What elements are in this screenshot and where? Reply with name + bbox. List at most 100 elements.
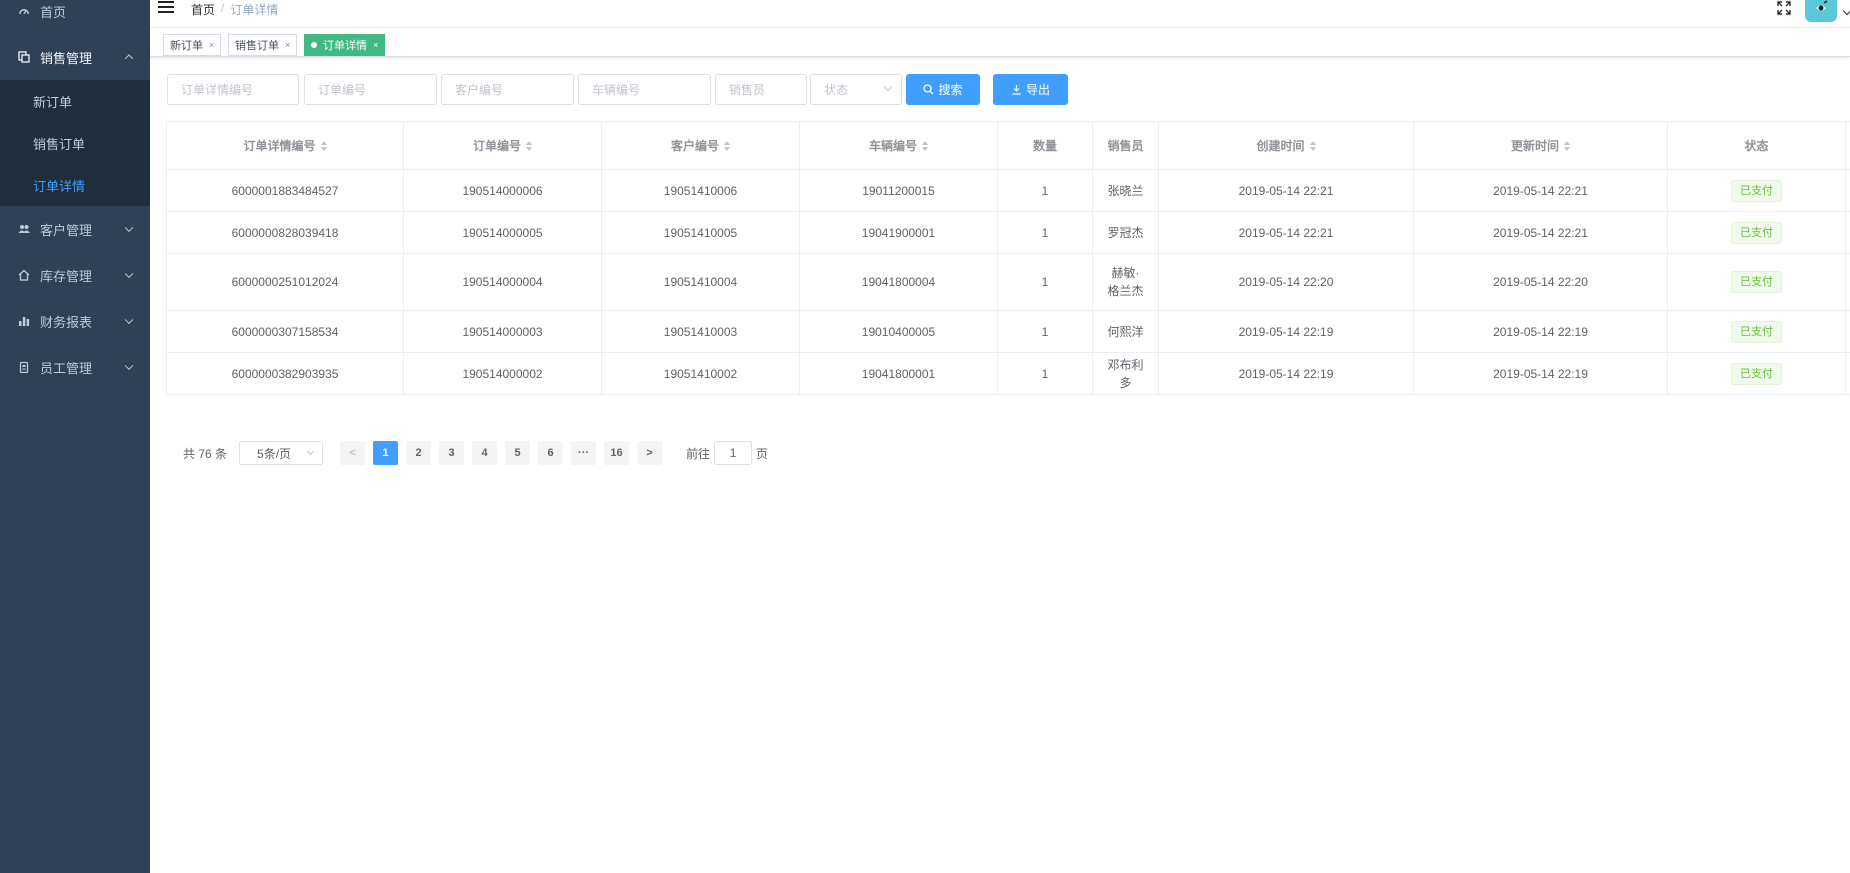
column-header[interactable]: 订单编号 [404, 122, 602, 169]
sidebar-subitem-sales-order[interactable]: 销售订单 [0, 122, 150, 164]
cell-text: 19051410004 [663, 275, 738, 289]
sort-icon[interactable] [724, 140, 730, 151]
page-button[interactable]: 5 [505, 441, 531, 465]
sort-icon[interactable] [320, 140, 327, 151]
page-button[interactable]: 3 [439, 441, 465, 465]
breadcrumb-home[interactable]: 首页 [191, 1, 215, 18]
column-header[interactable]: 车辆编号 [800, 122, 998, 169]
created-time-cell: 2019-05-14 22:21 [1159, 170, 1414, 211]
status-select[interactable]: 状态 [810, 74, 902, 105]
cell-text: 6000000307158534 [231, 324, 339, 339]
status-cell: 已支付 [1668, 212, 1846, 253]
page-button[interactable]: 6 [538, 441, 564, 465]
header-label: 车辆编号 [868, 138, 917, 153]
page-size-select[interactable]: 5条/页 [239, 441, 324, 465]
documents-icon [18, 51, 30, 63]
search-button[interactable]: 搜索 [906, 74, 980, 105]
tag-label: 订单详情 [323, 40, 367, 52]
export-button[interactable]: 导出 [993, 74, 1068, 105]
sidebar-item-label: 客户管理 [40, 222, 93, 238]
tag-order-detail[interactable]: 订单详情 × [304, 34, 386, 56]
sort-icon[interactable] [922, 140, 928, 151]
dashboard-icon [18, 5, 30, 17]
placeholder: 车辆编号 [592, 83, 641, 97]
customer-id-input[interactable]: 客户编号 [441, 74, 574, 105]
cell-text: 19051410003 [663, 324, 738, 339]
detail-id-input[interactable]: 订单详情编号 [167, 74, 299, 105]
cell-text: 6000000251012024 [231, 275, 339, 289]
close-icon[interactable]: × [209, 40, 214, 50]
button-label: 导出 [1025, 83, 1050, 97]
caret-down-icon[interactable] [1842, 6, 1850, 16]
order-id-cell: 190514000002 [404, 353, 602, 394]
cell-text: 罗冠杰 [1107, 225, 1144, 240]
tag-sales-order[interactable]: 销售订单 × [228, 34, 298, 56]
header-label: 客户编号 [670, 138, 719, 153]
subitem-label: 销售订单 [33, 136, 86, 152]
jump-page-input[interactable]: 1 [714, 441, 753, 465]
table-row: 6000000251012024 190514000004 19051410004 1… [167, 254, 1850, 311]
cell-text: 邓布利多 [1107, 357, 1144, 390]
created-time-cell: 2019-05-14 22:19 [1159, 311, 1414, 352]
chevron-up-icon [124, 54, 134, 63]
placeholder: 客户编号 [455, 83, 504, 97]
page-button[interactable]: 16 [604, 441, 630, 465]
column-header[interactable]: 更新时间 [1414, 122, 1668, 169]
sidebar-item-sales[interactable]: 销售管理 [0, 34, 150, 80]
updated-time-cell: 2019-05-14 22:19 [1414, 353, 1668, 394]
placeholder: 订单编号 [318, 83, 367, 97]
close-icon[interactable]: × [285, 40, 290, 50]
sidebar-subitem-order-detail[interactable]: 订单详情 [0, 164, 150, 206]
sidebar-subitem-new-order[interactable]: 新订单 [0, 80, 150, 122]
order-id-input[interactable]: 订单编号 [304, 74, 437, 105]
cell-text: 19041800004 [861, 275, 936, 289]
vehicle-id-input[interactable]: 车辆编号 [578, 74, 711, 105]
prev-page-button[interactable]: < [340, 441, 366, 465]
created-time-cell: 2019-05-14 22:21 [1159, 212, 1414, 253]
column-header[interactable]: 订单详情编号 [167, 122, 404, 169]
page-button[interactable]: 1 [373, 441, 399, 465]
column-header[interactable]: 客户编号 [602, 122, 800, 169]
salesperson-input[interactable]: 销售员 [715, 74, 807, 105]
detail-id-cell: 6000000307158534 [167, 311, 404, 352]
sort-icon[interactable] [1309, 140, 1316, 151]
cell-text: 1 [1041, 324, 1049, 339]
column-header[interactable]: 创建时间 [1159, 122, 1414, 169]
order-detail-table: 订单详情编号 订单编号 客户编号 车辆编号 数量 销售员 创建时间 更新时间 状… [166, 121, 1850, 395]
quantity-cell: 1 [998, 254, 1093, 310]
sort-icon[interactable] [1564, 140, 1570, 151]
avatar[interactable] [1805, 0, 1837, 22]
cell-text: 2019-05-14 22:20 [1238, 275, 1334, 289]
fullscreen-icon[interactable] [1776, 0, 1792, 16]
sidebar-item-label: 库存管理 [40, 268, 93, 284]
status-cell: 已支付 [1668, 311, 1846, 352]
page-button[interactable]: 2 [406, 441, 432, 465]
cell-text: 2019-05-14 22:20 [1493, 275, 1588, 289]
table-row: 6000000382903935 190514000002 19051410002 1… [167, 353, 1850, 395]
navbar: 首页 / 订单详情 [150, 0, 1850, 28]
sidebar-item-staff[interactable]: 员工管理 [0, 344, 150, 390]
cell-text: 2019-05-14 22:19 [1238, 324, 1334, 339]
close-icon[interactable]: × [373, 40, 378, 50]
sidebar-item-label: 首页 [40, 4, 67, 20]
cell-text: 19051410006 [663, 183, 738, 198]
detail-id-cell: 6000001883484527 [167, 170, 404, 211]
tag-new-order[interactable]: 新订单 × [163, 34, 222, 56]
vehicle-id-cell: 19010400005 [800, 311, 998, 352]
next-page-button[interactable]: > [637, 441, 663, 465]
cell-text: 190514000005 [462, 225, 543, 240]
hamburger-icon[interactable] [158, 1, 174, 15]
sidebar-item-inventory[interactable]: 库存管理 [0, 252, 150, 298]
sidebar-item-customers[interactable]: 客户管理 [0, 206, 150, 252]
order-id-cell: 190514000003 [404, 311, 602, 352]
status-badge: 已支付 [1731, 179, 1782, 202]
page-button[interactable]: 4 [472, 441, 498, 465]
sort-icon[interactable] [526, 140, 532, 151]
cell-text: 190514000006 [462, 183, 543, 198]
more-pages-button[interactable]: ··· [571, 441, 597, 465]
sidebar-item-home[interactable]: 首页 [0, 0, 150, 34]
cell-text: 6000000382903935 [231, 366, 339, 381]
sidebar-item-finance[interactable]: 财务报表 [0, 298, 150, 344]
tag-label: 新订单 [170, 40, 203, 52]
cell-text: 19010400005 [861, 324, 936, 339]
